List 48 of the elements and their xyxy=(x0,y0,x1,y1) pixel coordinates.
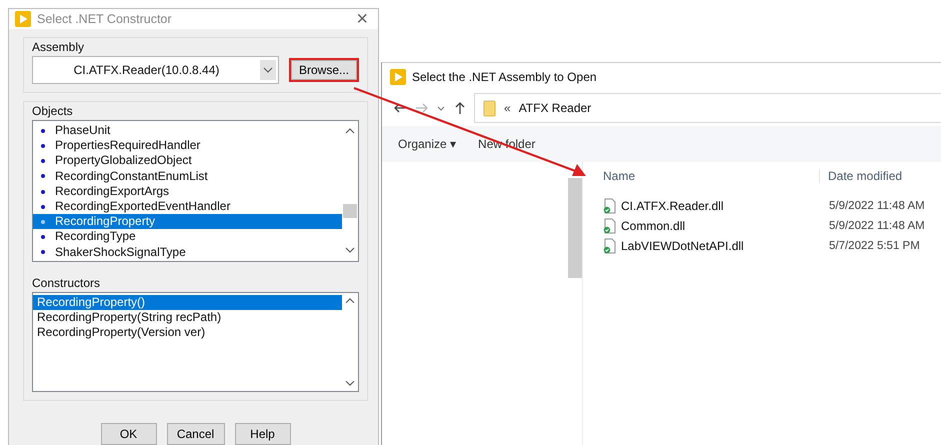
file-date: 5/9/2022 11:48 AM xyxy=(828,220,925,232)
dialog-button[interactable]: OK xyxy=(100,423,156,445)
constructor-list-item[interactable]: RecordingProperty(Version ver) xyxy=(33,325,342,341)
close-button[interactable]: × xyxy=(352,9,372,29)
bullet-icon xyxy=(41,235,45,240)
column-header[interactable]: Date modified xyxy=(820,169,902,183)
bullet-icon xyxy=(41,220,45,224)
object-list-item[interactable]: PhaseUnit xyxy=(33,123,342,138)
object-list-item[interactable]: ShakerShockSignalType xyxy=(33,244,342,260)
bullet-icon xyxy=(41,250,45,254)
browse-button[interactable]: Browse... xyxy=(288,58,359,82)
bullet-icon xyxy=(41,159,45,164)
dialog-button[interactable]: Cancel xyxy=(166,423,224,445)
assembly-dropdown[interactable]: CI.ATFX.Reader(10.0.8.44) xyxy=(32,56,279,84)
address-bar[interactable]: « ATFX Reader xyxy=(474,93,941,123)
group-label: Constructors xyxy=(32,276,102,290)
bullet-icon xyxy=(41,204,45,209)
dll-file-icon xyxy=(603,218,617,234)
object-list-item[interactable]: RecordingExportArgs xyxy=(33,184,342,199)
file-name[interactable]: CI.ATFX.Reader.dll xyxy=(583,198,820,214)
file-date: 5/9/2022 11:48 AM xyxy=(828,200,925,212)
window-title: Select .NET Constructor xyxy=(37,12,173,26)
constructor-list-item[interactable]: RecordingProperty() xyxy=(33,295,342,310)
play-logo-icon xyxy=(390,68,406,84)
constructor-list-item[interactable]: RecordingProperty(String recPath) xyxy=(33,310,342,326)
group-label: Objects xyxy=(32,104,74,118)
column-header[interactable]: Name xyxy=(603,169,636,183)
object-list-item[interactable]: RecordingExportedEventHandler xyxy=(33,198,342,214)
dll-file-icon xyxy=(603,238,617,254)
bullet-icon xyxy=(41,128,45,133)
organize-button[interactable]: Organize ▾ xyxy=(398,137,456,151)
object-list-item[interactable]: PropertyGlobalizedObject xyxy=(33,153,342,169)
dll-file-icon xyxy=(603,198,617,214)
bullet-icon xyxy=(41,190,45,194)
folder-icon xyxy=(483,100,496,116)
dialog-button[interactable]: Help xyxy=(234,423,290,445)
file-name[interactable]: LabVIEWDotNetAPI.dll xyxy=(583,238,820,254)
file-name[interactable]: Common.dll xyxy=(583,218,820,234)
window-title: Select the .NET Assembly to Open xyxy=(412,70,597,84)
object-list-item[interactable]: RecordingType xyxy=(33,229,342,244)
scrollbar[interactable] xyxy=(568,178,582,278)
bullet-icon xyxy=(41,144,45,148)
group-label: Assembly xyxy=(32,40,86,54)
object-list-item[interactable]: RecordingProperty xyxy=(33,214,342,230)
object-list-item[interactable]: RecordingConstantEnumList xyxy=(33,168,342,184)
object-list-item[interactable]: PropertiesRequiredHandler xyxy=(33,138,342,154)
bullet-icon xyxy=(41,174,45,178)
file-date: 5/7/2022 5:51 PM xyxy=(828,240,920,252)
